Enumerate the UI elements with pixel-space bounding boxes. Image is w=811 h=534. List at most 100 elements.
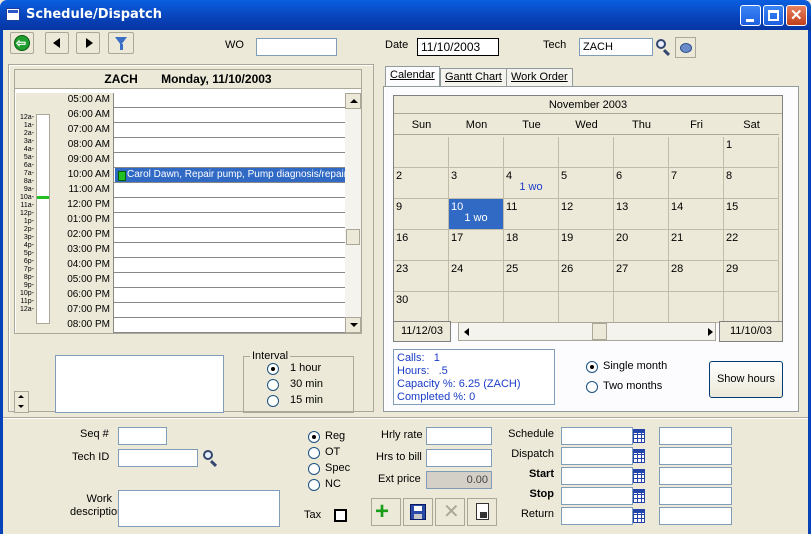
hrly-rate-input[interactable] <box>426 427 492 445</box>
scroll-down-button[interactable] <box>345 317 361 333</box>
previous-day-button[interactable] <box>45 32 69 54</box>
tab-calendar[interactable]: Calendar <box>385 66 440 87</box>
time-slot-row[interactable]: 08:00 PM <box>60 318 345 333</box>
calendar-day-cell[interactable]: 20 <box>614 230 669 261</box>
calendar-day-cell[interactable] <box>394 137 449 168</box>
calendar-picker-icon[interactable] <box>633 429 645 443</box>
dispatch-time-input[interactable] <box>659 447 732 465</box>
time-slot-row[interactable]: 07:00 PM <box>60 303 345 318</box>
date-input[interactable]: 11/10/2003 <box>417 38 499 56</box>
schedule-time-input[interactable] <box>659 427 732 445</box>
schedule-date-input[interactable] <box>561 427 633 445</box>
appointment-notes-box[interactable] <box>55 355 224 413</box>
calendar-day-cell[interactable]: 13 <box>614 199 669 230</box>
scroll-left-icon[interactable] <box>464 328 469 336</box>
calendar-day-cell[interactable]: 11 <box>504 199 559 230</box>
calendar-day-cell[interactable]: 28 <box>669 261 724 292</box>
calendar-day-cell[interactable]: 17 <box>449 230 504 261</box>
time-slot-row[interactable]: 08:00 AM <box>60 138 345 153</box>
rate-type-radio[interactable] <box>308 431 320 443</box>
calendar-day-cell[interactable]: 9 <box>394 199 449 230</box>
calendar-day-cell[interactable]: 18 <box>504 230 559 261</box>
time-slot-row[interactable]: 03:00 PM <box>60 243 345 258</box>
minimize-button[interactable] <box>740 5 761 26</box>
rate-type-radio[interactable] <box>308 447 320 459</box>
calendar-day-cell[interactable] <box>449 292 504 323</box>
time-slot-row[interactable]: 09:00 AM <box>60 153 345 168</box>
calendar-day-cell[interactable]: 14 <box>669 199 724 230</box>
interval-radio[interactable] <box>267 363 279 375</box>
hrs-to-bill-input[interactable] <box>426 449 492 467</box>
time-slot-row[interactable]: 05:00 AM <box>60 93 345 108</box>
work-description-input[interactable] <box>118 490 280 527</box>
calendar-day-cell[interactable]: 27 <box>614 261 669 292</box>
calendar-day-cell[interactable]: 26 <box>559 261 614 292</box>
time-slot-row[interactable]: 06:00 PM <box>60 288 345 303</box>
rate-type-radio[interactable] <box>308 479 320 491</box>
return-time-input[interactable] <box>659 507 732 525</box>
month-mode-radio[interactable] <box>586 361 598 373</box>
calendar-day-cell[interactable]: 16 <box>394 230 449 261</box>
filter-button[interactable] <box>108 32 134 54</box>
calendar-day-cell[interactable]: 1 <box>724 137 779 168</box>
start-date-input[interactable] <box>561 467 633 485</box>
return-date-input[interactable] <box>561 507 633 525</box>
time-slot-row[interactable]: 01:00 PM <box>60 213 345 228</box>
tech-search-icon[interactable] <box>653 37 673 58</box>
show-hours-button[interactable]: Show hours <box>709 361 783 398</box>
scroll-up-button[interactable] <box>345 93 361 109</box>
calendar-day-cell[interactable] <box>504 292 559 323</box>
calendar-day-cell[interactable]: 41 wo <box>504 168 559 199</box>
calendar-day-cell[interactable]: 5 <box>559 168 614 199</box>
wo-input[interactable] <box>256 38 337 56</box>
time-slot-row[interactable]: 05:00 PM <box>60 273 345 288</box>
calendar-day-cell[interactable] <box>724 292 779 323</box>
calendar-nav-left-date[interactable]: 11/12/03 <box>393 321 451 342</box>
calendar-hscroll[interactable] <box>458 322 716 341</box>
calendar-day-cell[interactable]: 12 <box>559 199 614 230</box>
time-slot-row[interactable]: 12:00 PM <box>60 198 345 213</box>
hscroll-thumb[interactable] <box>592 323 607 340</box>
calendar-day-cell[interactable] <box>559 292 614 323</box>
seq-input[interactable] <box>118 427 167 445</box>
calendar-day-cell[interactable] <box>504 137 559 168</box>
time-slot-row[interactable]: 07:00 AM <box>60 123 345 138</box>
calendar-day-cell[interactable]: 3 <box>449 168 504 199</box>
time-slot-row[interactable]: 11:00 AM <box>60 183 345 198</box>
close-button[interactable]: ✕ <box>786 5 807 26</box>
time-slot-row[interactable]: 02:00 PM <box>60 228 345 243</box>
calendar-day-cell[interactable] <box>449 137 504 168</box>
tech-id-search-icon[interactable] <box>199 448 220 469</box>
rate-type-radio[interactable] <box>308 463 320 475</box>
calendar-day-cell[interactable] <box>559 137 614 168</box>
save-button[interactable] <box>403 498 433 526</box>
calendar-day-cell[interactable] <box>669 137 724 168</box>
stop-date-input[interactable] <box>561 487 633 505</box>
calendar-picker-icon[interactable] <box>633 509 645 523</box>
start-time-input[interactable] <box>659 467 732 485</box>
tech-lookup-button[interactable] <box>675 37 696 58</box>
notes-spinner[interactable] <box>14 391 29 413</box>
time-slot-row[interactable]: 04:00 PM <box>60 258 345 273</box>
scroll-right-icon[interactable] <box>708 328 713 336</box>
calendar-day-cell[interactable]: 10 1 wo <box>449 199 504 230</box>
calendar-picker-icon[interactable] <box>633 489 645 503</box>
calendar-day-cell[interactable] <box>669 292 724 323</box>
calendar-day-cell[interactable]: 6 <box>614 168 669 199</box>
calendar-day-cell[interactable]: 24 <box>449 261 504 292</box>
calendar-day-cell[interactable]: 30 <box>394 292 449 323</box>
calendar-day-cell[interactable]: 7 <box>669 168 724 199</box>
tech-id-input[interactable] <box>118 449 198 467</box>
maximize-button[interactable] <box>763 5 784 26</box>
interval-radio[interactable] <box>267 379 279 391</box>
calendar-day-cell[interactable] <box>614 137 669 168</box>
calendar-day-cell[interactable]: 15 <box>724 199 779 230</box>
calendar-picker-icon[interactable] <box>633 449 645 463</box>
calendar-day-cell[interactable]: 23 <box>394 261 449 292</box>
dispatch-date-input[interactable] <box>561 447 633 465</box>
calendar-day-cell[interactable]: 22 <box>724 230 779 261</box>
calendar-day-cell[interactable]: 25 <box>504 261 559 292</box>
scroll-thumb[interactable] <box>346 229 360 245</box>
next-day-button[interactable] <box>76 32 100 54</box>
document-button[interactable] <box>467 498 497 526</box>
